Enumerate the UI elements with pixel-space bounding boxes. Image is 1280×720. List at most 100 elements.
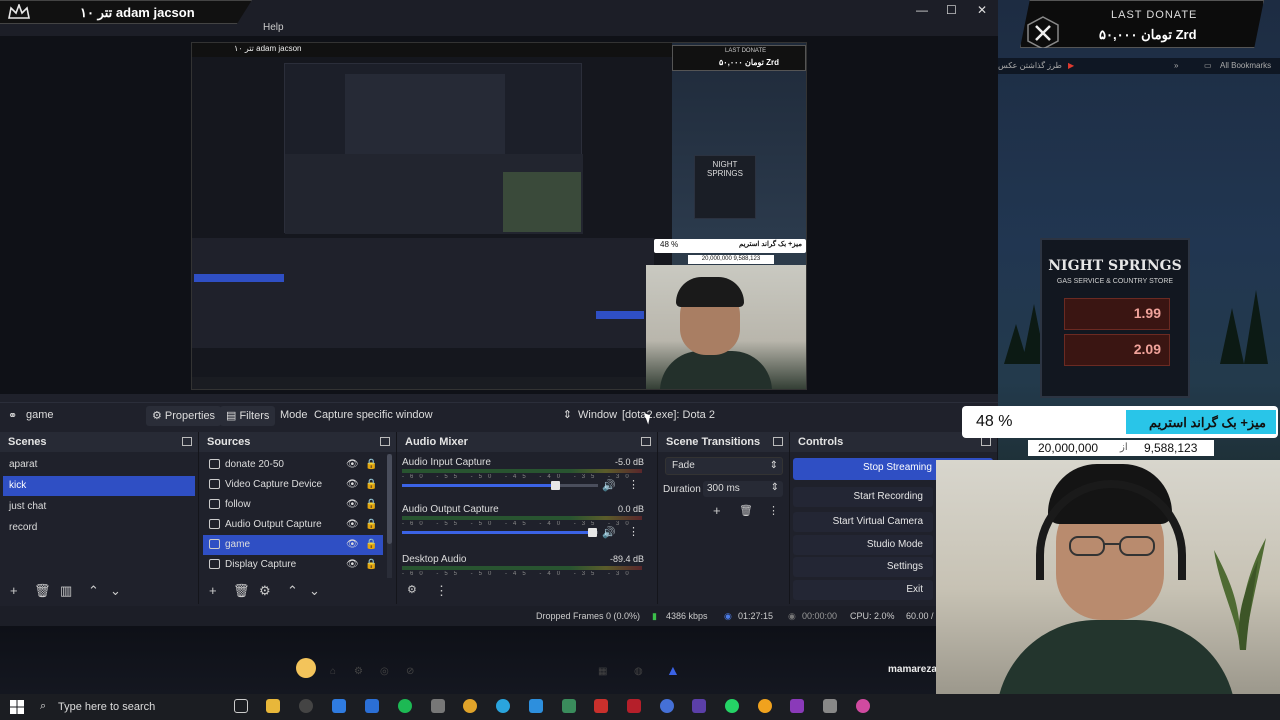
undock-icon[interactable] — [182, 437, 192, 446]
duration-input[interactable]: 300 ms ⇕ — [703, 481, 783, 497]
visibility-icon[interactable]: 👁 — [346, 459, 359, 470]
source-item[interactable]: follow 👁 🔒 — [203, 495, 383, 515]
speaker-icon[interactable]: 🔊 — [602, 479, 616, 492]
windows-start-icon[interactable] — [10, 700, 24, 714]
properties-button[interactable]: ⚙ Properties — [146, 406, 222, 426]
source-item[interactable]: Video Capture Device 👁 🔒 — [203, 475, 383, 495]
sources-scrollbar[interactable] — [387, 454, 392, 578]
source-item[interactable]: game 👁 🔒 — [203, 535, 383, 555]
remove-scene-button[interactable]: 🗑 — [34, 583, 51, 599]
volume-slider[interactable] — [402, 528, 598, 537]
lock-icon[interactable]: 🔒 — [365, 539, 377, 550]
nested-taskbar — [192, 377, 672, 389]
level-meter — [402, 469, 642, 473]
channel-name: Desktop Audio — [402, 554, 467, 565]
scene-item[interactable]: kick — [3, 476, 195, 496]
volume-slider[interactable] — [402, 481, 598, 490]
app-icon-12[interactable] — [856, 699, 870, 713]
start-virtual-camera-button[interactable]: Start Virtual Camera — [793, 512, 933, 532]
app-icon-10[interactable] — [790, 699, 804, 713]
task-view-icon[interactable] — [234, 699, 248, 713]
source-properties-button[interactable]: ⚙ — [259, 583, 271, 599]
goal-title: میز+ بک گراند استریم — [1148, 415, 1266, 430]
app-icon-3[interactable] — [431, 699, 445, 713]
lock-icon[interactable]: 🔒 — [365, 479, 377, 490]
whatsapp-icon[interactable] — [725, 699, 739, 713]
controls-title: Controls — [798, 436, 844, 448]
app-icon-5[interactable] — [594, 699, 608, 713]
add-transition-button[interactable]: + — [713, 503, 721, 518]
move-down-button[interactable]: ⌄ — [110, 583, 121, 599]
chevron-right-icon[interactable]: » — [1174, 61, 1178, 70]
volume-knob[interactable] — [588, 528, 598, 537]
mode-label: Mode — [280, 409, 308, 421]
add-source-button[interactable]: + — [209, 583, 217, 598]
obs-icon[interactable] — [299, 699, 313, 713]
undock-icon[interactable] — [773, 437, 783, 446]
settings-button[interactable]: Settings — [793, 557, 933, 577]
undock-icon[interactable] — [380, 437, 390, 446]
visibility-icon[interactable]: 👁 — [346, 519, 359, 530]
start-recording-button[interactable]: Start Recording — [793, 487, 933, 507]
window-dropdown[interactable]: [dota2.exe]: Dota 2 — [622, 409, 715, 421]
close-button[interactable]: ✕ — [977, 3, 987, 17]
scene-item[interactable]: just chat — [3, 497, 195, 517]
lock-icon[interactable]: 🔒 — [365, 519, 377, 530]
all-bookmarks[interactable]: All Bookmarks — [1220, 61, 1271, 70]
taskbar-search[interactable]: ⌕ Type here to search — [34, 696, 226, 718]
spotify-icon[interactable] — [398, 699, 412, 713]
app-icon-6[interactable] — [627, 699, 641, 713]
source-item[interactable]: Audio Output Capture 👁 🔒 — [203, 515, 383, 535]
menu-help[interactable]: Help — [263, 22, 284, 33]
visibility-icon[interactable]: 👁 — [346, 479, 359, 490]
scene-item[interactable]: aparat — [3, 455, 195, 475]
stepper-icon[interactable]: ⇕ — [771, 482, 779, 493]
app-icon-11[interactable] — [823, 699, 837, 713]
maximize-button[interactable]: ☐ — [946, 3, 957, 17]
fps: 60.00 / — [906, 611, 934, 621]
nav-icon[interactable]: ▲ — [666, 662, 680, 678]
lock-icon[interactable]: 🔒 — [365, 559, 377, 570]
lock-icon[interactable]: 🔒 — [365, 459, 377, 470]
minimize-button[interactable]: — — [916, 3, 928, 17]
source-item[interactable]: Display Capture 👁 🔒 — [203, 555, 383, 575]
speaker-icon[interactable]: 🔊 — [602, 526, 616, 539]
remove-source-button[interactable]: 🗑 — [233, 583, 250, 599]
file-explorer-icon[interactable] — [266, 699, 280, 713]
undock-icon[interactable] — [981, 437, 991, 446]
app-icon-9[interactable] — [758, 699, 772, 713]
source-item[interactable]: donate 20-50 👁 🔒 — [203, 455, 383, 475]
emoji-avatar-icon[interactable] — [296, 658, 316, 678]
channel-menu-icon[interactable]: ⋮ — [628, 478, 639, 491]
app-icon-2[interactable] — [365, 699, 379, 713]
volume-knob[interactable] — [550, 481, 560, 490]
visibility-icon[interactable]: 👁 — [346, 539, 359, 550]
move-down-button[interactable]: ⌄ — [309, 583, 320, 599]
scene-item[interactable]: record — [3, 518, 195, 538]
undock-icon[interactable] — [641, 437, 651, 446]
mode-dropdown[interactable]: Capture specific window ⇕ — [312, 407, 574, 425]
visibility-icon[interactable]: 👁 — [346, 559, 359, 570]
channel-menu-icon[interactable]: ⋮ — [628, 525, 639, 538]
add-scene-button[interactable]: + — [10, 583, 18, 598]
filters-button[interactable]: ▤ Filters — [220, 406, 276, 426]
exit-button[interactable]: Exit — [793, 580, 933, 600]
app-icon-7[interactable] — [660, 699, 674, 713]
studio-mode-button[interactable]: Studio Mode — [793, 535, 933, 555]
app-icon-4[interactable] — [562, 699, 576, 713]
chrome-icon[interactable] — [463, 699, 477, 713]
transition-menu-button[interactable]: ⋮ — [768, 504, 779, 517]
app-icon-1[interactable] — [332, 699, 346, 713]
lock-icon[interactable]: 🔒 — [365, 499, 377, 510]
move-up-button[interactable]: ⌃ — [287, 583, 298, 599]
bookmark-folder[interactable]: طرز گذاشتن عکس — [998, 61, 1062, 70]
vscode-icon[interactable] — [529, 699, 543, 713]
youtube-icon[interactable]: ▶ — [1068, 61, 1074, 70]
telegram-icon[interactable] — [496, 699, 510, 713]
visibility-icon[interactable]: 👁 — [346, 499, 359, 510]
move-up-button[interactable]: ⌃ — [88, 583, 99, 599]
scene-filters-button[interactable]: ▥ — [60, 583, 72, 599]
transition-select[interactable]: Fade ⇕ — [665, 457, 783, 475]
remove-transition-button[interactable]: 🗑 — [739, 504, 753, 517]
app-icon-8[interactable] — [692, 699, 706, 713]
